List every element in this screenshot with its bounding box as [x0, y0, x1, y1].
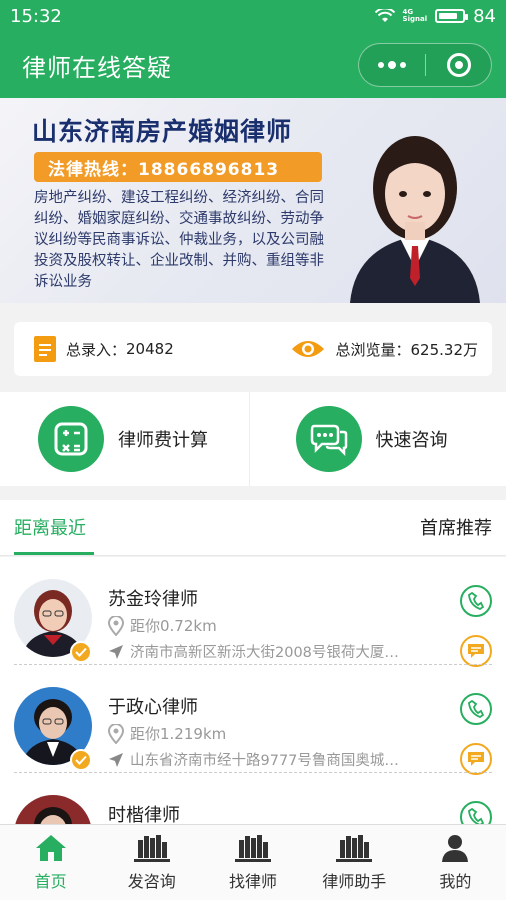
- active-tab-indicator: [14, 552, 94, 555]
- quick-consult-label: 快速咨询: [375, 430, 448, 451]
- tabbar-consult[interactable]: 发咨询: [101, 825, 202, 900]
- message-button[interactable]: [460, 635, 492, 667]
- target-icon: [446, 53, 471, 77]
- message-button[interactable]: [460, 743, 492, 775]
- fee-calculator-label: 律师费计算: [118, 430, 208, 451]
- lawyer-name: 苏金玲律师: [108, 589, 198, 610]
- more-button[interactable]: [359, 44, 425, 86]
- signal-label: Signal: [402, 15, 428, 23]
- calculator-icon: [38, 406, 104, 472]
- battery-icon: [435, 9, 469, 23]
- navigation-arrow-icon: [109, 752, 123, 767]
- distance-text: 距你1.219km: [130, 725, 227, 743]
- tabbar-label: 首页: [34, 872, 67, 891]
- quick-consult-button[interactable]: 快速咨询: [248, 392, 506, 486]
- lawyer-item[interactable]: 于政心律师 距你1.219km 山东省济南市经十路9777号鲁商国奥城…: [0, 665, 506, 775]
- wifi-icon: [374, 9, 395, 23]
- page-title: 律师在线答疑: [22, 53, 172, 82]
- stats-card: 总录入： 20482 总浏览量： 625.32万: [14, 322, 492, 376]
- tabbar-label: 找律师: [229, 872, 278, 891]
- lawyer-address: 济南市高新区新泺大街2008号银荷大厦…: [108, 641, 446, 662]
- banner-carousel[interactable]: 山东济南房产婚姻律师 法律热线：18866896813 房地产纠纷、建设工程纠纷…: [0, 98, 506, 303]
- total-views-label: 总浏览量：: [335, 340, 411, 359]
- eye-icon: [292, 341, 325, 357]
- address-text: 济南市高新区新泺大街2008号银荷大厦…: [130, 645, 399, 661]
- chat-bubbles-icon: [295, 406, 362, 472]
- lawyer-item[interactable]: 苏金玲律师 距你0.72km 济南市高新区新泺大街2008号银荷大厦…: [0, 557, 506, 667]
- banner-hotline: 法律热线：18866896813: [34, 152, 322, 182]
- avatar: [14, 795, 92, 827]
- books-icon: [235, 835, 271, 862]
- battery-fill: [439, 13, 458, 19]
- tabbar-profile[interactable]: 我的: [405, 825, 506, 900]
- lawyer-list: 苏金玲律师 距你0.72km 济南市高新区新泺大街2008号银荷大厦… 于政心律…: [0, 557, 506, 827]
- call-button[interactable]: [460, 693, 492, 725]
- lawyer-distance: 距你1.219km: [108, 723, 226, 744]
- bottom-tab-bar: 首页 发咨询 找律师 律师助手 我的: [0, 824, 506, 900]
- address-text: 山东省济南市经十路9777号鲁商国奥城…: [130, 753, 399, 769]
- tabbar-label: 发咨询: [127, 872, 176, 891]
- call-button[interactable]: [460, 585, 492, 617]
- tabbar-label: 我的: [439, 872, 472, 891]
- lawyer-item[interactable]: 时楷律师: [0, 773, 506, 827]
- lawyer-name: 于政心律师: [108, 697, 198, 718]
- lawyer-portrait: [350, 136, 480, 303]
- lawyer-distance: 距你0.72km: [108, 615, 217, 636]
- total-entries-label: 总录入：: [66, 340, 127, 359]
- tab-nearest[interactable]: 距离最近: [14, 514, 86, 540]
- document-icon: [34, 336, 56, 362]
- books-icon: [133, 835, 170, 862]
- navigation-arrow-icon: [109, 644, 123, 659]
- verified-badge-icon: [70, 749, 92, 771]
- close-button[interactable]: [426, 53, 491, 77]
- lawyer-address: 山东省济南市经十路9777号鲁商国奥城…: [108, 749, 446, 770]
- tab-recommended[interactable]: 首席推荐: [420, 514, 492, 540]
- banner-description: 房地产纠纷、建设工程纠纷、经济纠纷、合同纠纷、婚姻家庭纠纷、交通事故纠纷、劳动争…: [34, 190, 324, 290]
- home-icon: [35, 835, 66, 861]
- quick-actions: 律师费计算 快速咨询: [0, 392, 506, 486]
- status-time: 15:32: [10, 5, 62, 27]
- miniprogram-capsule: [358, 43, 492, 87]
- tabbar-assistant[interactable]: 律师助手: [304, 825, 405, 900]
- tabbar-find-lawyer[interactable]: 找律师: [202, 825, 303, 900]
- location-pin-icon: [108, 723, 124, 744]
- fee-calculator-button[interactable]: 律师费计算: [0, 392, 249, 486]
- total-entries-value: 20482: [126, 340, 174, 358]
- signal-indicator: 4G Signal: [403, 9, 428, 23]
- status-bar: 15:32 4G Signal 84: [0, 0, 506, 32]
- books-icon: [336, 835, 373, 862]
- location-pin-icon: [108, 615, 124, 636]
- distance-text: 距你0.72km: [130, 617, 217, 635]
- verified-badge-icon: [70, 641, 92, 663]
- total-views-value: 625.32万: [410, 340, 479, 359]
- lawyer-tabs: 距离最近 首席推荐: [0, 500, 506, 556]
- nav-bar: 律师在线答疑: [0, 32, 506, 98]
- tabbar-label: 律师助手: [322, 872, 387, 891]
- user-icon: [442, 835, 469, 862]
- banner-title: 山东济南房产婚姻律师: [32, 117, 293, 146]
- battery-level: 84: [473, 5, 496, 27]
- tabbar-home[interactable]: 首页: [0, 825, 101, 900]
